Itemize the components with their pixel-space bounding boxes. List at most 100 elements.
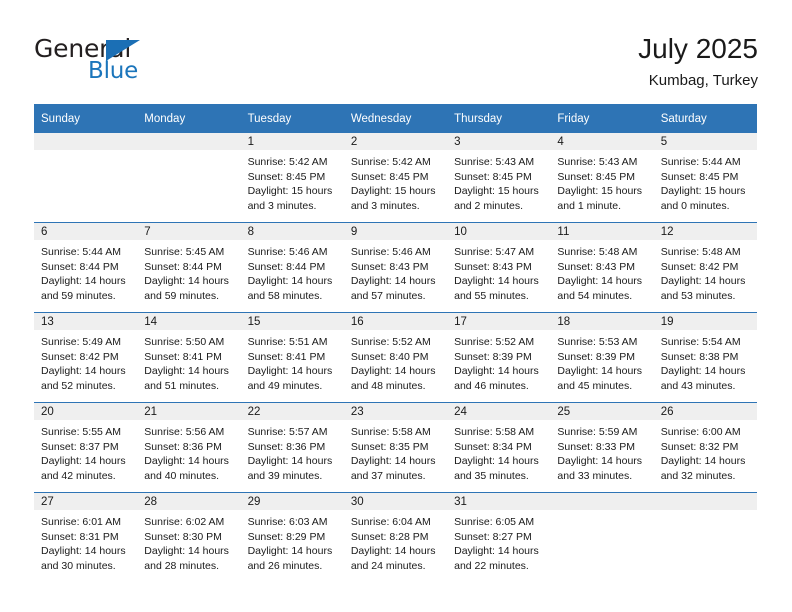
- sunrise-text: Sunrise: 6:02 AM: [144, 516, 225, 528]
- calendar-day[interactable]: 20 Sunrise: 5:55 AM Sunset: 8:37 PM Dayligh…: [34, 403, 138, 492]
- calendar-day[interactable]: 26 Sunrise: 6:00 AM Sunset: 8:32 PM Dayligh…: [653, 403, 757, 492]
- day-number: 29: [240, 493, 344, 510]
- calendar-day[interactable]: 18 Sunrise: 5:53 AM Sunset: 8:39 PM Dayligh…: [550, 313, 654, 402]
- day-number: 31: [447, 493, 551, 510]
- day-number: 24: [447, 403, 551, 420]
- calendar-day[interactable]: 30 Sunrise: 6:04 AM Sunset: 8:28 PM Dayligh…: [343, 493, 448, 582]
- day-number: 5: [653, 133, 757, 150]
- daylight-text: Daylight: 15 hours and 0 minutes.: [660, 185, 746, 212]
- calendar-day[interactable]: 21 Sunrise: 5:56 AM Sunset: 8:36 PM Dayligh…: [137, 403, 241, 492]
- calendar-day[interactable]: 17 Sunrise: 5:52 AM Sunset: 8:39 PM Dayligh…: [447, 313, 551, 402]
- sunset-text: Sunset: 8:35 PM: [350, 440, 429, 453]
- day-details: Sunrise: 6:03 AM Sunset: 8:29 PM Daylight:…: [241, 510, 344, 573]
- daylight-text: Daylight: 14 hours and 52 minutes.: [41, 365, 126, 392]
- calendar-day[interactable]: 31 Sunrise: 6:05 AM Sunset: 8:27 PM Dayligh…: [447, 493, 551, 582]
- calendar-day[interactable]: 9 Sunrise: 5:46 AM Sunset: 8:43 PM Daylight…: [343, 223, 448, 312]
- calendar-day[interactable]: 8 Sunrise: 5:46 AM Sunset: 8:44 PM Daylight…: [240, 223, 344, 312]
- sunset-text: Sunset: 8:32 PM: [660, 440, 739, 453]
- calendar-day[interactable]: 13 Sunrise: 5:49 AM Sunset: 8:42 PM Dayligh…: [34, 313, 138, 402]
- brand-logo[interactable]: General Blue: [34, 32, 264, 94]
- calendar-day[interactable]: 10 Sunrise: 5:47 AM Sunset: 8:43 PM Dayligh…: [447, 223, 551, 312]
- day-number: 26: [653, 403, 757, 420]
- calendar-day[interactable]: 12 Sunrise: 5:48 AM Sunset: 8:42 PM Dayligh…: [653, 223, 757, 312]
- daylight-text: Daylight: 15 hours and 3 minutes.: [350, 185, 436, 212]
- sunset-text: Sunset: 8:45 PM: [454, 170, 532, 183]
- calendar-day-empty: [137, 133, 241, 222]
- calendar-day[interactable]: 3 Sunrise: 5:43 AM Sunset: 8:45 PM Daylight…: [447, 133, 551, 222]
- calendar-day[interactable]: 11 Sunrise: 5:48 AM Sunset: 8:43 PM Dayligh…: [550, 223, 654, 312]
- day-details: Sunrise: 5:58 AM Sunset: 8:34 PM Daylight:…: [447, 420, 550, 483]
- brand-name-blue: Blue: [88, 58, 139, 84]
- calendar-day-empty: [34, 133, 138, 222]
- calendar-cell: 31 Sunrise: 6:05 AM Sunset: 8:27 PM Dayligh…: [447, 492, 551, 582]
- day-number: 28: [137, 493, 241, 510]
- day-details: Sunrise: 5:51 AM Sunset: 8:41 PM Daylight:…: [241, 330, 344, 393]
- calendar-cell: 7 Sunrise: 5:45 AM Sunset: 8:44 PM Daylight…: [137, 222, 241, 313]
- sunset-text: Sunset: 8:45 PM: [247, 170, 326, 183]
- day-details: Sunrise: 5:42 AM Sunset: 8:45 PM Daylight:…: [344, 150, 447, 213]
- calendar-day[interactable]: 14 Sunrise: 5:50 AM Sunset: 8:41 PM Dayligh…: [137, 313, 241, 402]
- daylight-text: Daylight: 14 hours and 49 minutes.: [247, 365, 333, 392]
- calendar-day[interactable]: 4 Sunrise: 5:43 AM Sunset: 8:45 PM Daylight…: [550, 133, 654, 222]
- day-details: Sunrise: 5:52 AM Sunset: 8:40 PM Daylight:…: [344, 330, 447, 393]
- calendar-day-empty: [550, 493, 654, 582]
- daylight-text: Daylight: 14 hours and 42 minutes.: [41, 455, 126, 482]
- sunset-text: Sunset: 8:33 PM: [557, 440, 636, 453]
- sunset-text: Sunset: 8:38 PM: [660, 350, 739, 363]
- sunset-text: Sunset: 8:37 PM: [41, 440, 119, 453]
- daylight-text: Daylight: 14 hours and 32 minutes.: [660, 455, 746, 482]
- daylight-text: Daylight: 14 hours and 53 minutes.: [660, 275, 746, 302]
- day-number: 4: [550, 133, 654, 150]
- calendar-day[interactable]: 28 Sunrise: 6:02 AM Sunset: 8:30 PM Dayligh…: [137, 493, 241, 582]
- sunrise-text: Sunrise: 5:46 AM: [247, 246, 328, 258]
- calendar-day[interactable]: 15 Sunrise: 5:51 AM Sunset: 8:41 PM Dayligh…: [240, 313, 344, 402]
- sunrise-text: Sunrise: 5:54 AM: [660, 336, 741, 348]
- sunset-text: Sunset: 8:39 PM: [557, 350, 636, 363]
- calendar-week-row: 6 Sunrise: 5:44 AM Sunset: 8:44 PM Daylight…: [34, 222, 757, 313]
- calendar-day[interactable]: 25 Sunrise: 5:59 AM Sunset: 8:33 PM Dayligh…: [550, 403, 654, 492]
- day-details: Sunrise: 5:55 AM Sunset: 8:37 PM Daylight:…: [34, 420, 137, 483]
- calendar-day[interactable]: 16 Sunrise: 5:52 AM Sunset: 8:40 PM Dayligh…: [343, 313, 448, 402]
- calendar-week-row: 27 Sunrise: 6:01 AM Sunset: 8:31 PM Dayligh…: [34, 492, 757, 582]
- calendar-cell: [137, 133, 241, 223]
- calendar-header-row: Sunday Monday Tuesday Wednesday Thursday…: [34, 104, 757, 133]
- calendar-day[interactable]: 1 Sunrise: 5:42 AM Sunset: 8:45 PM Daylight…: [240, 133, 344, 222]
- calendar-cell: 12 Sunrise: 5:48 AM Sunset: 8:42 PM Dayligh…: [653, 222, 757, 313]
- calendar-cell: 4 Sunrise: 5:43 AM Sunset: 8:45 PM Daylight…: [550, 133, 654, 223]
- calendar-cell: 29 Sunrise: 6:03 AM Sunset: 8:29 PM Dayligh…: [240, 492, 344, 582]
- calendar-day[interactable]: 7 Sunrise: 5:45 AM Sunset: 8:44 PM Daylight…: [137, 223, 241, 312]
- calendar-day[interactable]: 6 Sunrise: 5:44 AM Sunset: 8:44 PM Daylight…: [34, 223, 138, 312]
- calendar-day[interactable]: 27 Sunrise: 6:01 AM Sunset: 8:31 PM Dayligh…: [34, 493, 138, 582]
- sunrise-text: Sunrise: 5:43 AM: [454, 156, 535, 168]
- calendar-cell: 19 Sunrise: 5:54 AM Sunset: 8:38 PM Dayligh…: [653, 312, 757, 403]
- sunset-text: Sunset: 8:43 PM: [557, 260, 636, 273]
- calendar-day[interactable]: 5 Sunrise: 5:44 AM Sunset: 8:45 PM Daylight…: [653, 133, 757, 222]
- calendar-day[interactable]: 22 Sunrise: 5:57 AM Sunset: 8:36 PM Dayligh…: [240, 403, 344, 492]
- calendar-cell: 20 Sunrise: 5:55 AM Sunset: 8:37 PM Dayligh…: [34, 402, 138, 493]
- calendar-day[interactable]: 29 Sunrise: 6:03 AM Sunset: 8:29 PM Dayligh…: [240, 493, 344, 582]
- page-title: July 2025: [638, 33, 758, 64]
- day-details: Sunrise: 5:54 AM Sunset: 8:38 PM Daylight:…: [654, 330, 757, 393]
- calendar-day[interactable]: 19 Sunrise: 5:54 AM Sunset: 8:38 PM Dayligh…: [653, 313, 757, 402]
- sunset-text: Sunset: 8:44 PM: [247, 260, 326, 273]
- sunset-text: Sunset: 8:41 PM: [144, 350, 222, 363]
- sunrise-text: Sunrise: 6:01 AM: [41, 516, 121, 528]
- day-number: 23: [343, 403, 448, 420]
- day-number: 11: [550, 223, 654, 240]
- page-header: General Blue July 2025 Kumbag, Turkey: [34, 32, 758, 94]
- day-details: Sunrise: 5:43 AM Sunset: 8:45 PM Daylight:…: [550, 150, 653, 213]
- calendar-day[interactable]: 24 Sunrise: 5:58 AM Sunset: 8:34 PM Dayligh…: [447, 403, 551, 492]
- calendar-day[interactable]: 2 Sunrise: 5:42 AM Sunset: 8:45 PM Daylight…: [343, 133, 448, 222]
- sunset-text: Sunset: 8:43 PM: [454, 260, 532, 273]
- sunrise-text: Sunrise: 5:46 AM: [350, 246, 431, 258]
- sunrise-text: Sunrise: 5:44 AM: [41, 246, 121, 258]
- calendar-day[interactable]: 23 Sunrise: 5:58 AM Sunset: 8:35 PM Dayligh…: [343, 403, 448, 492]
- day-details: Sunrise: 5:47 AM Sunset: 8:43 PM Daylight:…: [447, 240, 550, 303]
- day-number: 12: [653, 223, 757, 240]
- day-number: 3: [447, 133, 551, 150]
- calendar-cell: 9 Sunrise: 5:46 AM Sunset: 8:43 PM Daylight…: [343, 222, 448, 313]
- day-details: Sunrise: 5:46 AM Sunset: 8:44 PM Daylight:…: [241, 240, 344, 303]
- day-details: Sunrise: 5:48 AM Sunset: 8:42 PM Daylight:…: [654, 240, 757, 303]
- day-details: Sunrise: 5:57 AM Sunset: 8:36 PM Daylight:…: [241, 420, 344, 483]
- calendar-cell: 27 Sunrise: 6:01 AM Sunset: 8:31 PM Dayligh…: [34, 492, 138, 582]
